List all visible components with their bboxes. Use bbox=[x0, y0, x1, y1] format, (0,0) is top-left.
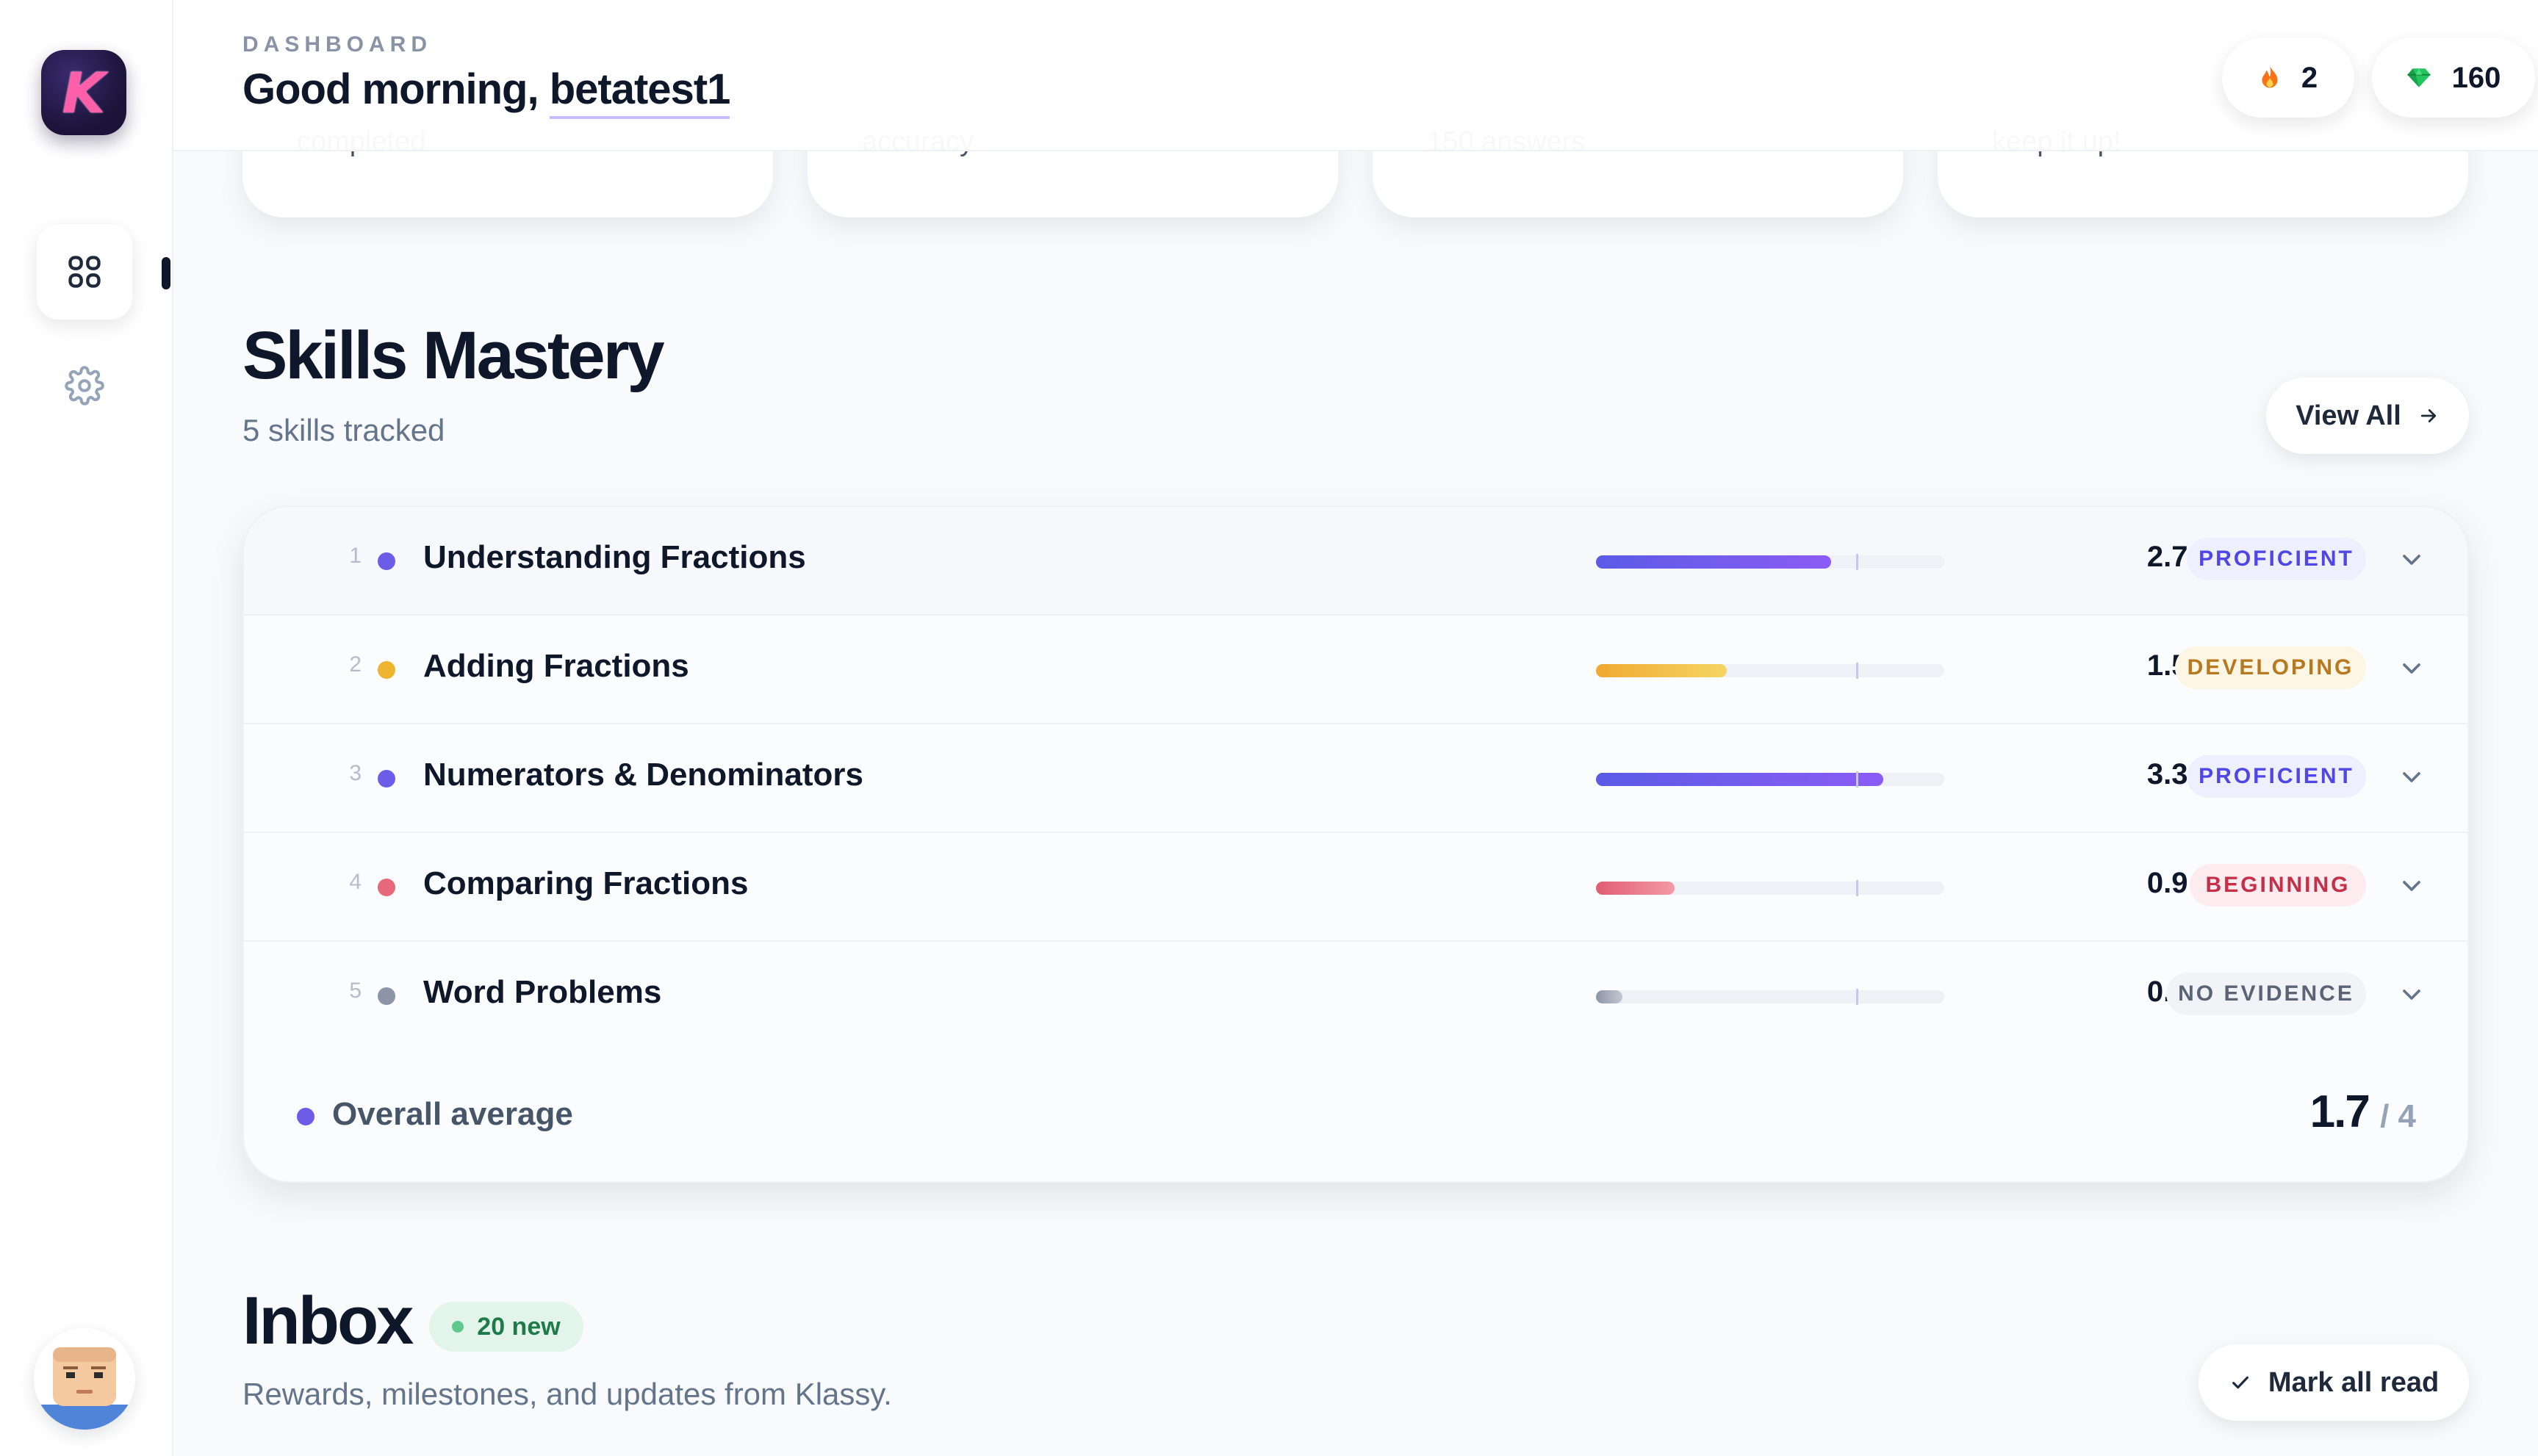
gems-counter[interactable]: 160 bbox=[2372, 38, 2535, 118]
proficiency-target-tick bbox=[1856, 880, 1858, 896]
skill-status-dot bbox=[378, 552, 395, 570]
mastery-progress-fill bbox=[1596, 990, 1622, 1003]
flame-icon bbox=[2262, 65, 2278, 88]
greeting-text: Good morning, bbox=[242, 65, 539, 113]
gear-icon bbox=[65, 366, 104, 406]
mastery-level-badge: NO EVIDENCE bbox=[2166, 973, 2366, 1015]
streak-counter[interactable]: 2 bbox=[2222, 38, 2354, 118]
new-dot bbox=[452, 1321, 464, 1333]
skill-status-dot bbox=[378, 879, 395, 896]
app-root: K DASHBOARD Good morning, betatest1 2 16… bbox=[0, 0, 2538, 1456]
skills-subtitle: 5 skills tracked bbox=[242, 413, 445, 447]
chevron-down-icon[interactable] bbox=[2397, 763, 2426, 792]
skills-table: 1 Understanding Fractions 2.7 / 4 PROFICIEN… bbox=[242, 505, 2469, 1183]
proficiency-target-tick bbox=[1856, 554, 1858, 570]
skill-number: 1 bbox=[349, 544, 362, 568]
skill-status-dot bbox=[378, 987, 395, 1005]
skill-row[interactable]: 4 Comparing Fractions 0.9 / 4BEGINNING bbox=[244, 833, 2467, 942]
mastery-progress-fill bbox=[1596, 664, 1727, 677]
mastery-progress-bar bbox=[1596, 880, 1944, 896]
check-icon bbox=[2232, 1376, 2248, 1389]
top-header: DASHBOARD Good morning, betatest1 2 160 bbox=[173, 0, 2538, 151]
skill-name: Numerators & Denominators bbox=[423, 757, 864, 793]
skill-row[interactable]: 3Numerators & Denominators3.3 / 4PROFICI… bbox=[244, 724, 2467, 833]
mastery-progress-fill bbox=[1596, 555, 1831, 569]
skill-row[interactable]: 2Adding Fractions1.5 / 4DEVELOPING bbox=[244, 616, 2467, 724]
skill-status-dot bbox=[378, 661, 395, 679]
overall-score-max: / 4 bbox=[2380, 1098, 2416, 1134]
skill-score-value: 3.3 bbox=[2146, 758, 2188, 790]
active-nav-indicator bbox=[162, 257, 170, 289]
skill-score-value: 2.7 bbox=[2146, 541, 2188, 573]
view-all-button[interactable]: View All bbox=[2266, 378, 2469, 454]
mastery-progress-bar bbox=[1596, 554, 1944, 570]
sidebar-item-dashboard[interactable] bbox=[37, 224, 132, 320]
app-logo[interactable]: K bbox=[41, 50, 126, 135]
sidebar-item-settings[interactable] bbox=[37, 338, 132, 433]
mastery-level-badge: BEGINNING bbox=[2190, 864, 2366, 907]
arrow-right-icon bbox=[2420, 409, 2436, 422]
mark-all-read-button[interactable]: Mark all read bbox=[2199, 1344, 2469, 1421]
chevron-down-icon[interactable] bbox=[2397, 871, 2426, 901]
mastery-progress-bar bbox=[1596, 771, 1944, 788]
chevron-down-icon[interactable] bbox=[2397, 654, 2426, 683]
page-kicker: DASHBOARD bbox=[242, 32, 432, 57]
skill-name: Understanding Fractions bbox=[423, 539, 806, 575]
user-avatar[interactable] bbox=[34, 1328, 135, 1430]
skill-number: 4 bbox=[349, 870, 362, 894]
skill-score: 0.9 / 4 bbox=[2000, 867, 2221, 900]
mastery-level-badge: DEVELOPING bbox=[2175, 646, 2366, 689]
new-count-badge: 20 new bbox=[429, 1302, 583, 1352]
mark-all-read-label: Mark all read bbox=[2268, 1366, 2440, 1398]
skill-name: Adding Fractions bbox=[423, 648, 689, 684]
mastery-level-badge: PROFICIENT bbox=[2187, 538, 2366, 580]
chevron-down-icon[interactable] bbox=[2397, 545, 2426, 574]
overall-score: 1.7 / 4 bbox=[2310, 1086, 2416, 1138]
view-all-label: View All bbox=[2296, 400, 2401, 431]
skill-number: 5 bbox=[349, 979, 362, 1003]
inbox-subtitle: Rewards, milestones, and updates from Kl… bbox=[242, 1377, 892, 1411]
skill-score-value: 0.9 bbox=[2146, 867, 2188, 899]
skill-name: Comparing Fractions bbox=[423, 865, 749, 901]
page-title: Good morning, betatest1 bbox=[242, 65, 730, 119]
chevron-down-icon[interactable] bbox=[2397, 980, 2426, 1009]
new-count-label: 20 new bbox=[477, 1312, 561, 1341]
user-avatar-icon bbox=[34, 1347, 135, 1430]
proficiency-target-tick bbox=[1856, 663, 1858, 679]
grid-icon bbox=[68, 256, 101, 288]
overall-score-value: 1.7 bbox=[2309, 1086, 2370, 1137]
overall-label: Overall average bbox=[332, 1096, 573, 1132]
username: betatest1 bbox=[549, 65, 730, 119]
skill-number: 3 bbox=[349, 761, 362, 785]
skill-number: 2 bbox=[349, 652, 362, 677]
mastery-progress-bar bbox=[1596, 989, 1944, 1005]
mastery-progress-bar bbox=[1596, 663, 1944, 679]
mastery-level-badge: PROFICIENT bbox=[2187, 755, 2366, 798]
mastery-progress-fill bbox=[1596, 773, 1884, 786]
skill-name: Word Problems bbox=[423, 974, 662, 1010]
overall-dot bbox=[297, 1108, 314, 1125]
skill-row[interactable]: 1Understanding Fractions2.7 / 4PROFICIEN… bbox=[244, 507, 2467, 616]
sidebar: K bbox=[0, 0, 173, 1456]
mastery-progress-fill bbox=[1596, 882, 1675, 895]
proficiency-target-tick bbox=[1856, 989, 1858, 1005]
skills-title: Skills Mastery bbox=[242, 318, 665, 393]
skill-row[interactable]: 5Word Problems0.3 / 4NO EVIDENCE bbox=[244, 942, 2467, 1050]
streak-value: 2 bbox=[2301, 61, 2318, 94]
gems-value: 160 bbox=[2451, 61, 2501, 94]
skill-status-dot bbox=[378, 770, 395, 788]
proficiency-target-tick bbox=[1856, 771, 1858, 788]
inbox-title: Inbox bbox=[242, 1283, 414, 1358]
gem-icon bbox=[2407, 68, 2431, 87]
